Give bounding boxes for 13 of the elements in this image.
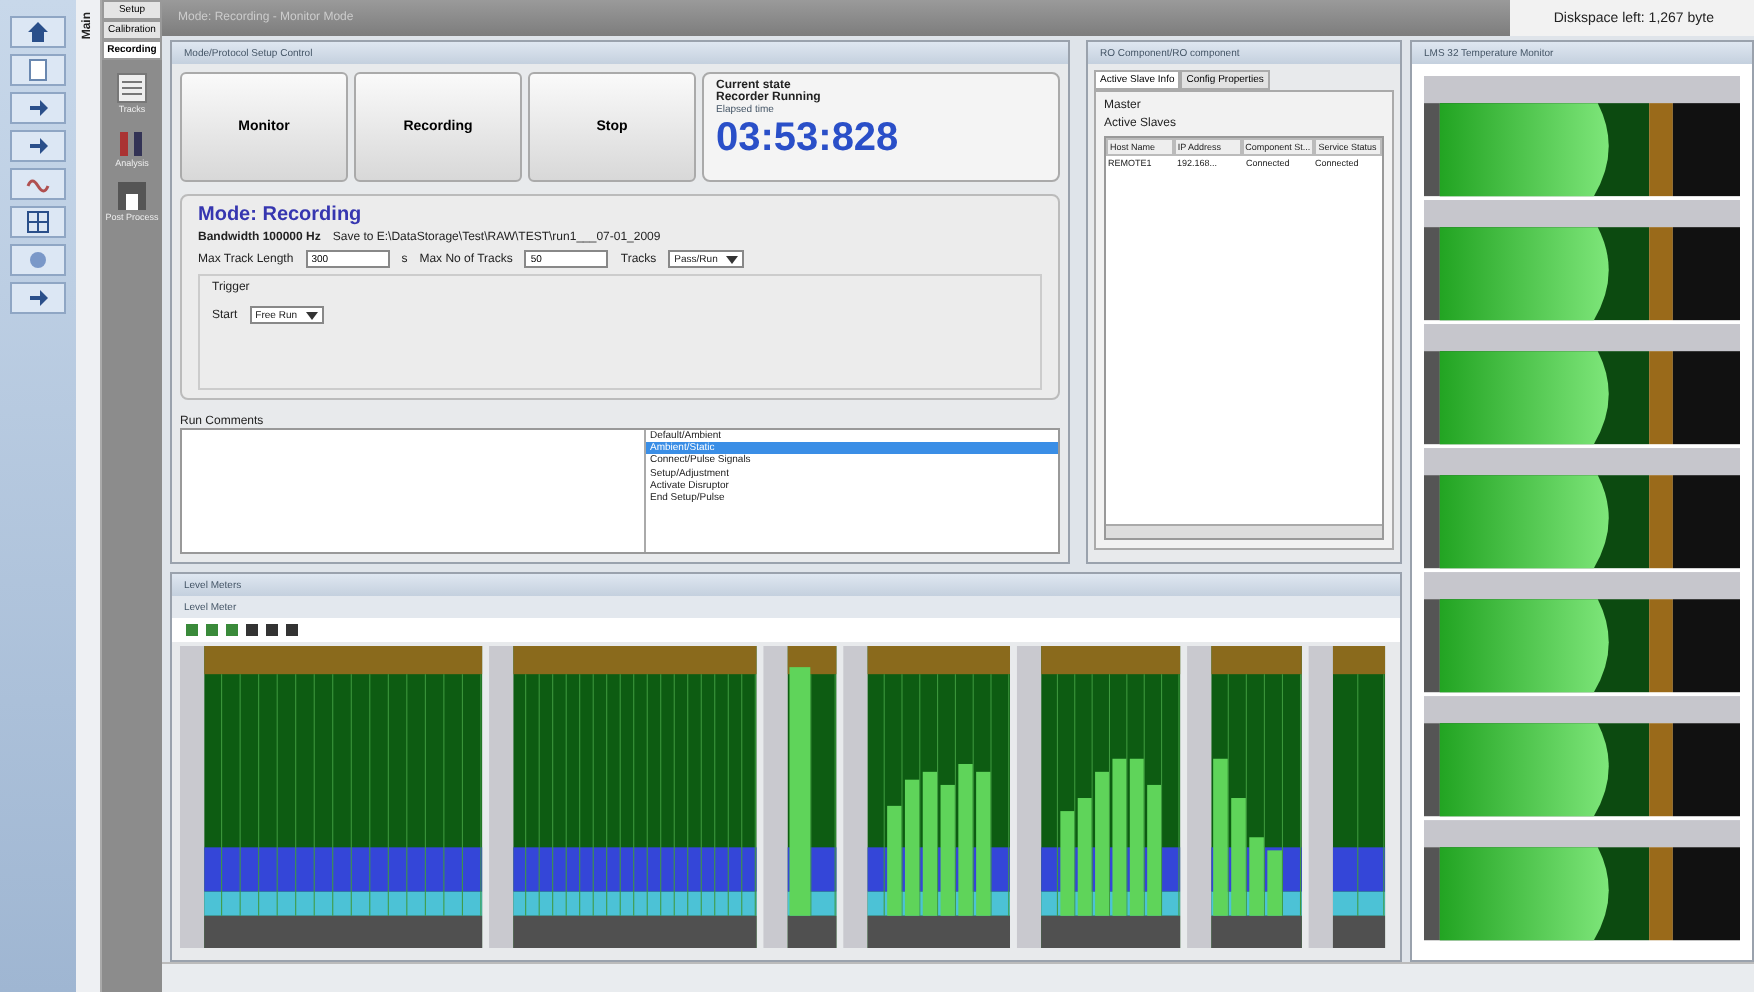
house-icon[interactable] (26, 20, 50, 44)
arrow-icon[interactable] (26, 96, 50, 120)
bars-icon[interactable] (115, 126, 148, 158)
arrow-icon[interactable] (26, 286, 50, 310)
caret-icon (725, 255, 738, 263)
arrow-icon[interactable] (26, 134, 50, 158)
grid-icon[interactable] (26, 210, 50, 234)
scrollbar[interactable] (1106, 524, 1382, 538)
elapsed-time: 03:53:828 (716, 116, 899, 160)
circle-icon[interactable] (26, 248, 50, 272)
document-icon[interactable] (26, 58, 50, 82)
mode-heading: Mode: Recording (198, 204, 362, 226)
caret-icon (305, 311, 318, 319)
